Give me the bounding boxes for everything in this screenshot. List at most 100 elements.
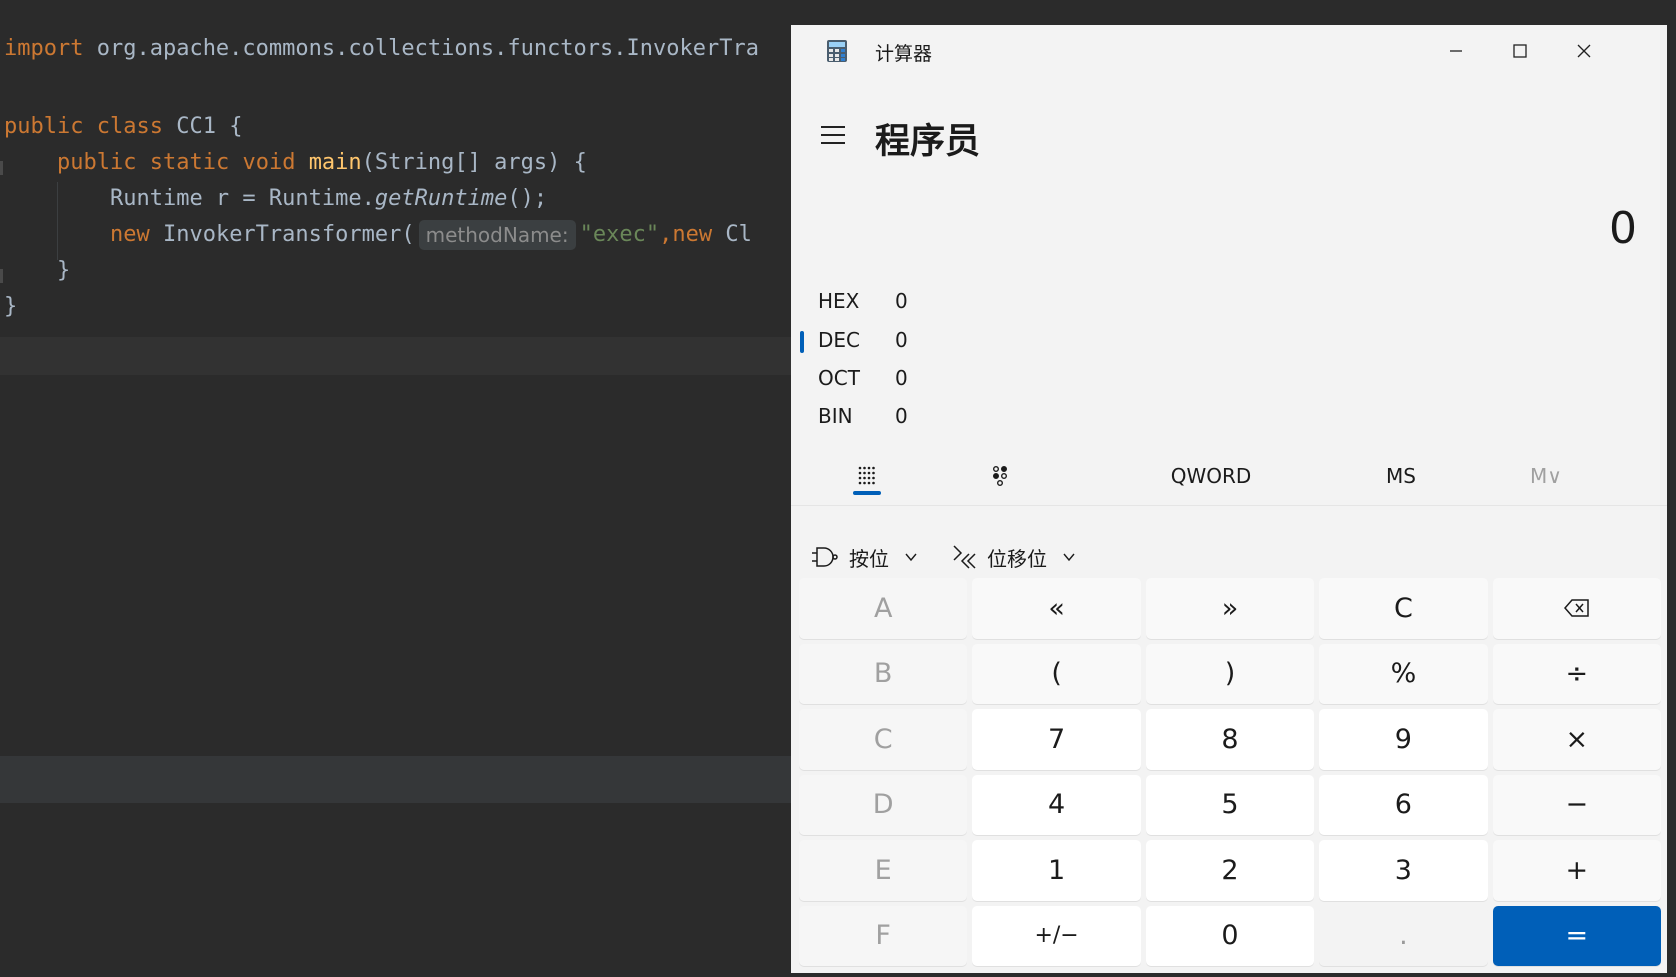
key-left-paren[interactable]: (	[972, 643, 1141, 704]
key-3[interactable]: 3	[1319, 840, 1488, 901]
keypad: A « » C B ( ) % ÷ C 7 8 9 × D 4 5 6 − E …	[799, 578, 1661, 966]
bit-shift-label: 位移位	[987, 546, 1047, 571]
calculator-window: 计算器 程序员 0 HEX 0 DEC 0 OCT 0 BIN 0 QWORD …	[791, 25, 1667, 973]
gutter-fold-marker[interactable]	[0, 269, 3, 283]
code-line-1: import org.apache.commons.collections.fu…	[4, 32, 759, 66]
radix-hex[interactable]: HEX 0	[791, 283, 1091, 321]
key-5[interactable]: 5	[1145, 774, 1315, 835]
method-params: (String[] args) {	[361, 150, 587, 175]
key-multiply[interactable]: ×	[1492, 709, 1661, 770]
word-size-button[interactable]: QWORD	[1146, 445, 1276, 507]
bit-shift-icon	[953, 545, 976, 569]
backspace-icon	[1563, 599, 1589, 617]
calculator-app-icon	[826, 39, 848, 63]
radix-label: OCT	[818, 366, 860, 390]
bit-toggle-icon	[992, 466, 1007, 487]
code-line-2: public class CC1 {	[4, 110, 242, 144]
minimize-button[interactable]	[1428, 33, 1484, 69]
key-hex-e[interactable]: E	[799, 840, 968, 901]
key-subtract[interactable]: −	[1492, 774, 1661, 835]
key-add[interactable]: +	[1492, 840, 1661, 901]
hamburger-icon	[821, 126, 845, 144]
bit-toggle-keypad-button[interactable]	[971, 445, 1031, 507]
mode-title: 程序员	[875, 122, 981, 162]
string-literal: "exec"	[579, 222, 660, 247]
radix-label: DEC	[818, 328, 861, 352]
key-9[interactable]: 9	[1319, 709, 1488, 770]
logic-gate-icon	[812, 547, 838, 567]
window-title: 计算器	[875, 43, 933, 65]
key-4[interactable]: 4	[972, 774, 1141, 835]
key-right-shift[interactable]: »	[1145, 578, 1315, 639]
radix-value: 0	[895, 404, 908, 428]
radix-label: BIN	[818, 404, 853, 428]
key-right-paren[interactable]: )	[1145, 643, 1315, 704]
result-display: 0	[1609, 203, 1637, 254]
keypad-selected-indicator	[853, 491, 881, 495]
key-backspace[interactable]	[1492, 578, 1661, 639]
key-modulo[interactable]: %	[1319, 643, 1488, 704]
key-divide[interactable]: ÷	[1492, 643, 1661, 704]
code-line-4: Runtime r = Runtime.getRuntime();	[4, 182, 547, 216]
key-hex-d[interactable]: D	[799, 774, 968, 835]
code-text: Runtime r = Runtime.	[109, 186, 375, 211]
gutter-fold-marker[interactable]	[0, 161, 3, 175]
key-clear[interactable]: C	[1319, 578, 1488, 639]
key-equals[interactable]: =	[1492, 905, 1661, 966]
key-hex-c[interactable]: C	[799, 709, 968, 770]
keyword: import	[4, 36, 84, 61]
code-text: ();	[507, 186, 548, 211]
key-6[interactable]: 6	[1319, 774, 1488, 835]
code-line-6: }	[4, 254, 70, 288]
key-8[interactable]: 8	[1145, 709, 1315, 770]
chevron-down-icon	[1063, 553, 1075, 562]
static-call: getRuntime	[374, 186, 508, 211]
closing-brace: }	[56, 258, 71, 283]
key-negate[interactable]: +/−	[972, 905, 1141, 966]
code-editor[interactable]: import org.apache.commons.collections.fu…	[0, 0, 800, 977]
key-left-shift[interactable]: «	[972, 578, 1141, 639]
radix-bin[interactable]: BIN 0	[791, 398, 1091, 436]
keyword: void	[242, 150, 296, 175]
navigation-menu-button[interactable]	[813, 115, 853, 155]
close-button[interactable]	[1556, 33, 1612, 69]
code-line-3: public static void main(String[] args) {	[4, 146, 587, 180]
memory-store-button[interactable]: MS	[1361, 445, 1441, 507]
bit-shift-dropdown[interactable]: 位移位	[951, 537, 1077, 577]
code-text: Cl	[712, 222, 752, 247]
keyword: class	[96, 114, 163, 139]
key-2[interactable]: 2	[1145, 840, 1315, 901]
full-keypad-button[interactable]	[836, 445, 896, 507]
radix-value: 0	[895, 328, 908, 352]
key-1[interactable]: 1	[972, 840, 1141, 901]
closing-brace: }	[4, 294, 18, 319]
title-bar[interactable]: 计算器	[791, 25, 1667, 77]
radix-label: HEX	[818, 289, 860, 313]
key-hex-b[interactable]: B	[799, 643, 968, 704]
keyword: static	[149, 150, 230, 175]
key-0[interactable]: 0	[1145, 905, 1315, 966]
code-line-5: new InvokerTransformer(methodName: "exec"…	[4, 218, 752, 252]
key-decimal[interactable]: .	[1319, 905, 1488, 966]
key-7[interactable]: 7	[972, 709, 1141, 770]
bitwise-dropdown[interactable]: 按位	[811, 537, 919, 577]
class-name: CC1 {	[162, 114, 243, 139]
editor-band	[0, 756, 800, 803]
maximize-button[interactable]	[1492, 33, 1548, 69]
keyword: new	[109, 222, 150, 247]
keypad-grid-icon	[858, 466, 875, 485]
bitwise-label: 按位	[849, 546, 889, 571]
radix-dec[interactable]: DEC 0	[791, 322, 1091, 360]
comma: ,	[659, 222, 673, 247]
method-name: main	[308, 150, 362, 175]
close-icon	[1577, 44, 1591, 58]
memory-list-button[interactable]: M∨	[1506, 445, 1586, 507]
radix-oct[interactable]: OCT 0	[791, 360, 1091, 398]
selected-radix-indicator	[800, 331, 804, 353]
key-hex-a[interactable]: A	[799, 578, 968, 639]
code-line-7: }	[4, 290, 17, 324]
import-path: org.apache.commons.collections.functors.…	[83, 36, 759, 61]
toolbar-divider	[791, 505, 1667, 506]
minimize-icon	[1450, 50, 1462, 52]
key-hex-f[interactable]: F	[799, 905, 968, 966]
